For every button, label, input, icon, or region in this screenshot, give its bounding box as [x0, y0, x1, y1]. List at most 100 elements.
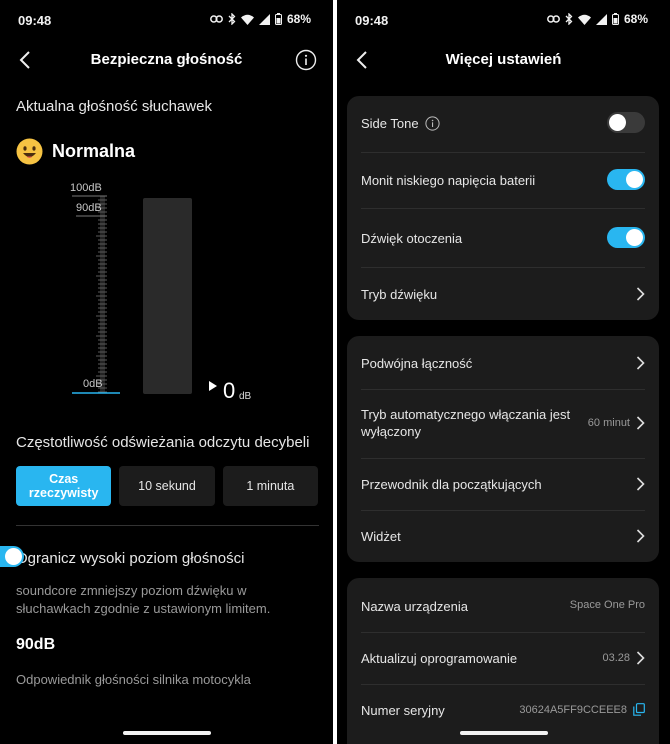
setting-row-side-tone[interactable]: Side Tone	[361, 112, 645, 134]
refresh-rate-selector: Czas rzeczywisty 10 sekund 1 minuta	[16, 466, 318, 506]
row-divider	[361, 684, 645, 685]
status-bar: 09:48 68%	[0, 0, 333, 40]
setting-control	[636, 287, 645, 301]
toggle-knob	[5, 548, 22, 565]
settings-card-audio: Side Tone Monit niskiego napięcia bateri…	[347, 96, 659, 320]
chevron-right-icon	[636, 529, 645, 543]
home-indicator[interactable]	[459, 731, 548, 735]
setting-row-firmware[interactable]: Aktualizuj oprogramowanie 03.28	[361, 648, 645, 668]
status-time: 09:48	[18, 13, 52, 28]
more-settings-screen: 09:48 68% Więcej ustawień Side Tone Moni…	[337, 0, 670, 744]
setting-row-widget[interactable]: Widżet	[361, 526, 645, 546]
signal-icon	[595, 13, 607, 25]
auto-power-value: 60 minut	[587, 417, 630, 429]
page-title: Bezpieczna głośność	[90, 51, 243, 68]
home-indicator[interactable]	[122, 731, 211, 735]
divider	[16, 525, 319, 526]
nav-bar: Więcej ustawień	[337, 40, 670, 80]
setting-control: 03.28	[602, 651, 645, 665]
wifi-icon	[577, 14, 591, 25]
setting-row-beginner-guide[interactable]: Przewodnik dla początkujących	[361, 474, 645, 494]
scale-top-label: 100dB	[70, 182, 102, 194]
status-time: 09:48	[355, 13, 389, 28]
battery-percent: 68%	[623, 12, 648, 26]
setting-label-firmware: Aktualizuj oprogramowanie	[361, 651, 518, 666]
nav-bar: Bezpieczna głośność	[0, 40, 333, 80]
status-icons: 68%	[547, 12, 648, 26]
scale-zero-label: 0dB	[83, 378, 103, 390]
smiling-face-icon	[16, 138, 43, 165]
refresh-option-10s[interactable]: 10 sekund	[119, 466, 215, 506]
setting-label-dual-connection: Podwójna łączność	[361, 356, 473, 371]
refresh-option-realtime[interactable]: Czas rzeczywisty	[16, 466, 112, 506]
limit-equivalent: Odpowiednik głośności silnika motocykla	[16, 672, 251, 687]
pointer-triangle-icon	[209, 381, 217, 391]
scale-track	[100, 196, 105, 392]
row-divider	[361, 389, 645, 390]
info-icon[interactable]	[424, 116, 440, 131]
row-divider	[361, 152, 645, 153]
setting-control	[607, 112, 645, 133]
device-name-value: Space One Pro	[569, 599, 645, 611]
chevron-right-icon	[636, 287, 645, 301]
setting-label-auto-power: Tryb automatycznego włączania jest wyłąc…	[361, 407, 571, 439]
chevron-right-icon	[636, 477, 645, 491]
setting-row-serial-number: Numer seryjny 30624A5FF9CCEEE8	[361, 700, 645, 720]
setting-row-device-name[interactable]: Nazwa urządzenia Space One Pro	[361, 596, 645, 616]
limit-description: soundcore zmniejszy poziom dźwięku w słu…	[16, 583, 271, 616]
setting-row-dual-connection[interactable]: Podwójna łączność	[361, 353, 645, 373]
setting-label-beginner-guide: Przewodnik dla początkujących	[361, 477, 542, 492]
setting-row-low-battery[interactable]: Monit niskiego napięcia baterii	[361, 169, 645, 191]
current-db-unit: dB	[239, 391, 252, 402]
setting-label-low-battery: Monit niskiego napięcia baterii	[361, 173, 536, 188]
row-divider	[361, 510, 645, 511]
setting-control	[636, 356, 645, 370]
setting-label-side-tone: Side Tone	[361, 115, 440, 132]
setting-control	[636, 529, 645, 543]
wifi-icon	[240, 14, 254, 25]
setting-control: 60 minut	[588, 416, 645, 430]
settings-card-connection: Podwójna łączność Tryb automatycznego wł…	[347, 336, 659, 562]
refresh-rate-label: Częstotliwość odświeżania odczytu decybe…	[16, 434, 310, 451]
setting-control	[636, 477, 645, 491]
toggle-knob	[609, 114, 626, 131]
current-db-value: 0	[223, 378, 236, 403]
info-icon[interactable]	[295, 49, 317, 71]
volume-level: Normalna	[16, 138, 135, 165]
scale-limit-label: 90dB	[76, 202, 102, 214]
limit-volume-toggle[interactable]	[0, 546, 24, 567]
setting-row-sound-mode[interactable]: Tryb dźwięku	[361, 284, 645, 304]
limit-value: 90dB	[16, 636, 56, 653]
setting-label-device-name: Nazwa urządzenia	[361, 599, 468, 614]
copy-icon[interactable]	[633, 703, 645, 716]
serial-number-value: 30624A5FF9CCEEE8	[519, 703, 627, 716]
setting-control	[607, 227, 645, 248]
bluetooth-icon	[565, 13, 573, 25]
battery-icon	[611, 13, 619, 25]
toggle-knob	[626, 171, 643, 188]
setting-label-ambient-sound: Dźwięk otoczenia	[361, 231, 463, 246]
chevron-right-icon	[636, 356, 645, 370]
safe-volume-screen: 09:48 68% Bezpieczna głośność Aktualna g…	[0, 0, 333, 744]
battery-icon	[274, 13, 282, 25]
low-battery-toggle[interactable]	[607, 169, 645, 190]
setting-row-auto-power[interactable]: Tryb automatycznego włączania jest wyłąc…	[361, 406, 645, 442]
row-divider	[361, 632, 645, 633]
setting-row-ambient-sound[interactable]: Dźwięk otoczenia	[361, 227, 645, 249]
current-volume-label: Aktualna głośność słuchawek	[16, 98, 212, 115]
decibel-meter: 100dB 90dB 0dB 0 dB	[60, 180, 260, 410]
refresh-option-1min[interactable]: 1 minuta	[222, 466, 318, 506]
side-tone-toggle[interactable]	[607, 112, 645, 133]
chevron-right-icon	[636, 651, 645, 665]
setting-label-serial-number: Numer seryjny	[361, 703, 445, 718]
page-title: Więcej ustawień	[445, 51, 562, 68]
link-icon	[210, 15, 223, 23]
status-icons: 68%	[210, 12, 311, 26]
side-tone-text: Side Tone	[361, 116, 419, 131]
limit-volume-label: Ogranicz wysoki poziom głośności	[16, 550, 245, 567]
ambient-sound-toggle[interactable]	[607, 227, 645, 248]
firmware-version: 03.28	[602, 652, 630, 664]
bluetooth-icon	[228, 13, 236, 25]
signal-icon	[258, 13, 270, 25]
setting-label-widget: Widżet	[361, 529, 401, 544]
